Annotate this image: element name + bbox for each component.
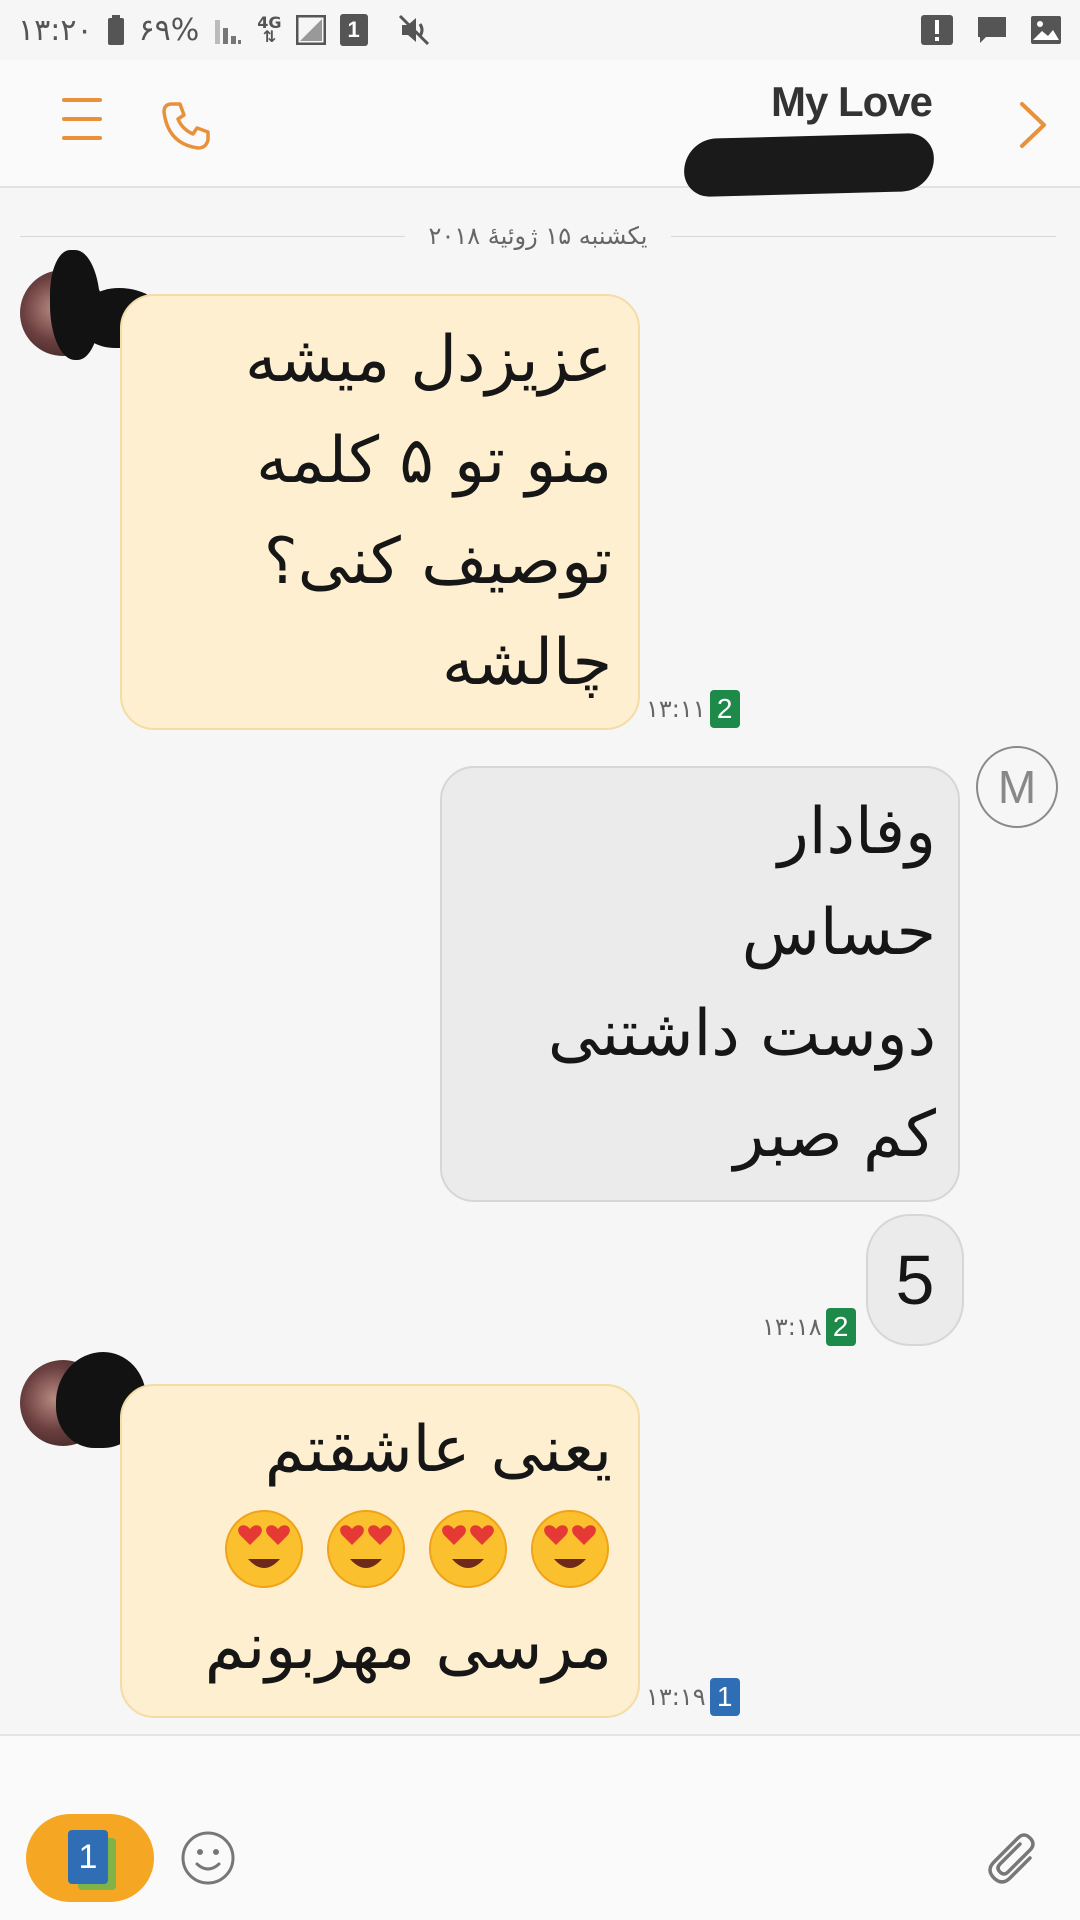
menu-icon[interactable]	[62, 98, 106, 144]
status-left: ۱۳:۲۰ ۶۹% 4G ⇅ 1	[18, 13, 430, 48]
image-icon	[1030, 15, 1062, 45]
sim-1-icon: 1	[709, 1678, 740, 1716]
date-label: یکشنبه ۱۵ ژوئیهٔ ۲۰۱۸	[428, 222, 648, 250]
sim-card-icon: 1	[68, 1830, 116, 1890]
contact-name[interactable]: My Love	[771, 78, 933, 126]
sim-2-icon: 2	[825, 1308, 856, 1346]
message-line: چالشه	[442, 626, 612, 700]
message-line: وفادار	[777, 795, 936, 869]
message-line: دوست داشتنی	[547, 997, 936, 1071]
selected-sim-number: 1	[68, 1830, 108, 1884]
contact-avatar[interactable]	[20, 1352, 146, 1448]
message-line: کم صبر	[733, 1098, 936, 1172]
sim-1-icon: 1	[339, 14, 368, 46]
message-time: ۱۳:۱۹	[646, 1683, 706, 1711]
message-time: ۱۳:۱۸	[762, 1313, 822, 1341]
contact-avatar[interactable]	[20, 250, 166, 360]
conversation-header: My Love	[0, 60, 1080, 198]
no-signal-icon	[295, 15, 326, 45]
clock: ۱۳:۲۰	[18, 12, 93, 48]
phone-icon[interactable]	[158, 98, 214, 154]
date-divider: یکشنبه ۱۵ ژوئیهٔ ۲۰۱۸	[20, 216, 1056, 256]
heart-eyes-emoji	[225, 1510, 303, 1588]
message-line: توصیف کنی؟	[263, 525, 612, 599]
emoji-icon[interactable]	[180, 1830, 236, 1886]
divider-line	[671, 235, 1056, 237]
message-line: عزیزدل میشه	[245, 323, 612, 397]
status-bar: ۱۳:۲۰ ۶۹% 4G ⇅ 1	[0, 0, 1080, 60]
divider-line	[20, 235, 405, 237]
message-bubble-outgoing[interactable]: 5	[866, 1214, 964, 1346]
message-line: مرسی مهربونم	[204, 1610, 612, 1684]
heart-eyes-emoji	[531, 1510, 609, 1588]
message-composer: 1	[0, 1734, 1080, 1920]
message-meta: ۱۳:۱۱ 2	[646, 690, 740, 728]
message-line: 5	[895, 1241, 935, 1319]
message-line: یعنی عاشقتم	[264, 1413, 612, 1487]
redacted-phone-number	[683, 132, 935, 198]
sim-select-button[interactable]: 1	[26, 1814, 154, 1902]
message-time: ۱۳:۱۱	[646, 695, 706, 723]
emoji-row	[122, 1501, 612, 1597]
sender-initial: M	[997, 761, 1037, 813]
message-bubble-incoming[interactable]: عزیزدل میشه منو تو ۵ کلمه توصیف کنی؟ چال…	[120, 294, 640, 730]
status-right	[920, 14, 1062, 46]
paperclip-icon[interactable]	[982, 1828, 1044, 1890]
message-bubble-incoming[interactable]: یعنی عاشقتم مرسی مهربونم	[120, 1384, 640, 1718]
alert-icon	[920, 14, 954, 46]
data-4g-icon: 4G ⇅	[257, 15, 281, 46]
battery-icon	[107, 15, 125, 45]
sim-2-icon: 2	[709, 690, 740, 728]
chevron-right-icon[interactable]	[1012, 100, 1052, 150]
heart-eyes-emoji	[327, 1510, 405, 1588]
battery-percent: ۶۹%	[138, 12, 200, 48]
message-icon	[976, 15, 1008, 45]
message-meta: ۱۳:۱۹ 1	[646, 1678, 740, 1716]
message-line: حساس	[741, 896, 936, 970]
data-arrows-icon: ⇅	[262, 27, 277, 46]
mute-icon	[398, 14, 430, 46]
message-meta: ۱۳:۱۸ 2	[762, 1308, 856, 1346]
message-line: منو تو ۵ کلمه	[256, 424, 612, 498]
heart-eyes-emoji	[429, 1510, 507, 1588]
signal-icon	[213, 16, 243, 44]
sender-avatar[interactable]: M	[976, 746, 1058, 828]
message-bubble-outgoing[interactable]: وفادار حساس دوست داشتنی کم صبر	[440, 766, 960, 1202]
